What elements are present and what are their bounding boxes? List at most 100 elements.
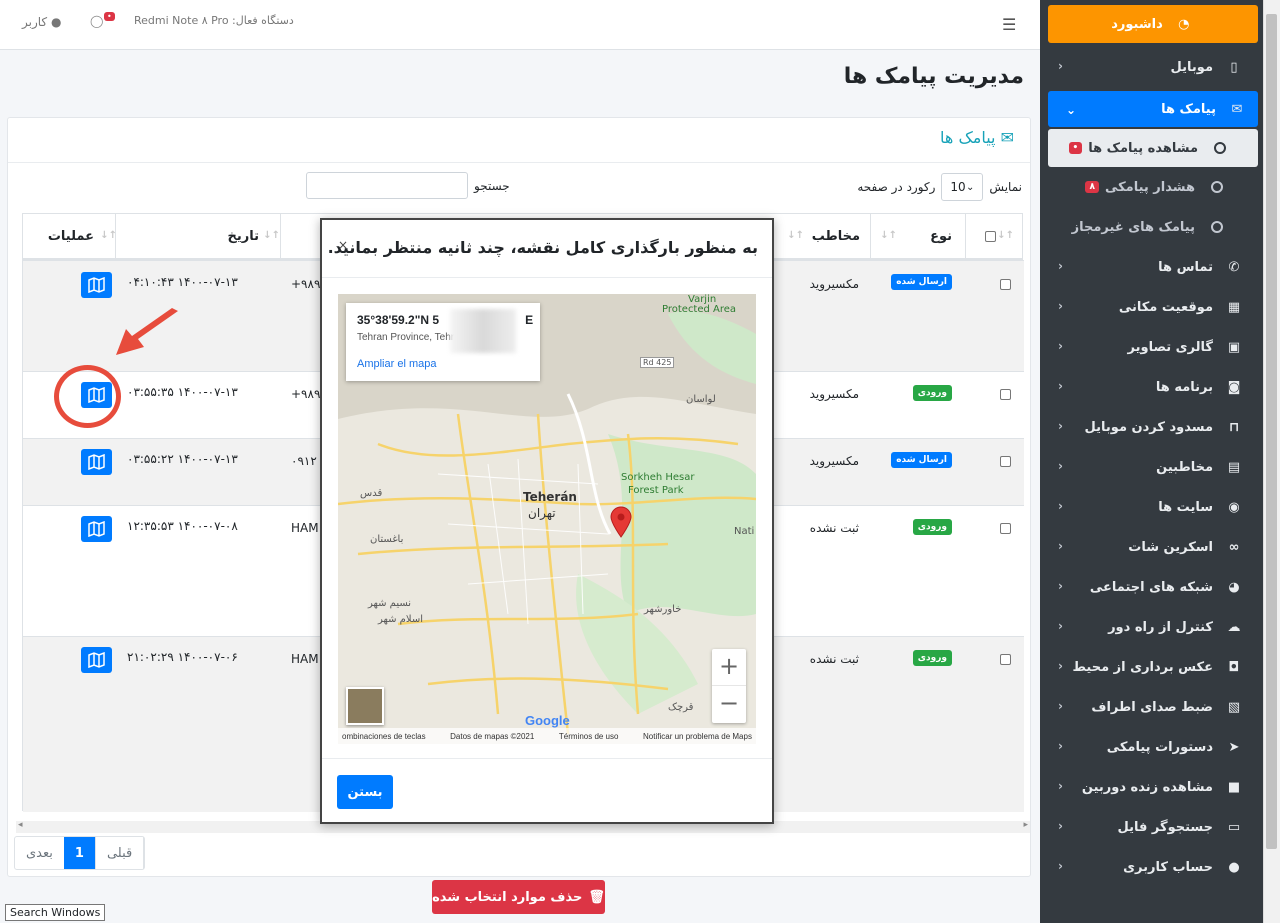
sidebar-item-label: برنامه ها [1155, 379, 1213, 395]
row-checkbox[interactable] [1000, 654, 1011, 665]
chevron-left-icon: ‹ [1058, 779, 1063, 793]
chevron-left-icon: ‹ [1058, 859, 1063, 873]
sidebar-item-block-mobile[interactable]: ⊓ مسدود کردن موبایل ‹ [1040, 407, 1263, 447]
header-date[interactable]: تاریخ [228, 229, 260, 244]
page-length-select[interactable]: 10 ⌄ [941, 173, 984, 201]
chrome-icon: ◉ [1228, 499, 1240, 515]
select-all-checkbox[interactable] [985, 231, 996, 242]
user-menu[interactable]: ● کاربر [22, 15, 61, 29]
binoculars-icon: ∞ [1228, 539, 1240, 555]
sidebar-item-apps[interactable]: ◙ برنامه ها ‹ [1040, 367, 1263, 407]
sidebar-item-camera-capture[interactable]: ◘ عکس برداری از محیط ‹ [1040, 647, 1263, 687]
sidebar-item-label: موبایل [1170, 59, 1213, 75]
map-button[interactable] [81, 272, 112, 298]
chevron-left-icon: ‹ [1058, 699, 1063, 713]
sidebar-item-sms-commands[interactable]: ➤ دستورات پیامکی ‹ [1040, 727, 1263, 767]
zoom-out-button[interactable]: − [712, 686, 746, 723]
chevron-left-icon: ‹ [1058, 419, 1063, 433]
sidebar-item-sites[interactable]: ◉ سایت ها ‹ [1040, 487, 1263, 527]
chevron-left-icon: ‹ [1058, 659, 1063, 673]
sidebar-item-label: گالری تصاویر [1127, 339, 1213, 355]
scrollbar-thumb[interactable] [1266, 14, 1277, 849]
sidebar-item-ambient-recording[interactable]: ▧ ضبط صدای اطراف ‹ [1040, 687, 1263, 727]
row-checkbox[interactable] [1000, 523, 1011, 534]
sort-icon: ↑↓ [787, 230, 804, 241]
row-checkbox[interactable] [1000, 279, 1011, 290]
chevron-left-icon[interactable]: ◂ [18, 820, 23, 830]
zoom-control: + − [712, 649, 746, 723]
folder-icon: ▭ [1227, 819, 1241, 835]
close-button[interactable]: بستن [337, 775, 393, 809]
delete-selected-button[interactable]: 🗑 حذف موارد انتخاب شده [432, 880, 605, 914]
enlarge-map-link[interactable]: Ampliar el mapa [357, 358, 436, 370]
envelope-icon: ✉ [1000, 128, 1014, 147]
search-input[interactable] [306, 172, 468, 199]
paper-plane-icon: ➤ [1228, 739, 1240, 755]
sidebar-item-label: تماس ها [1158, 259, 1213, 275]
trash-icon: 🗑 [588, 889, 605, 905]
status-badge: ورودی [912, 519, 952, 535]
row-checkbox[interactable] [1000, 389, 1011, 400]
sidebar-item-sms[interactable]: ✉ پیامک ها ⌄ [1048, 91, 1258, 127]
sidebar-item-live-camera[interactable]: ■ مشاهده زنده دوربین ‹ [1040, 767, 1263, 807]
sidebar-item-mobile[interactable]: ▯ موبایل ‹ [1040, 47, 1263, 87]
coordinates-subtitle: Tehran Province, Tehr [357, 332, 455, 343]
google-logo: Google [525, 713, 570, 728]
terms-link[interactable]: Términos de uso [559, 732, 619, 741]
contact-cell: ثبت نشده [809, 521, 859, 535]
search-control: جستجو [306, 172, 510, 199]
keyboard-shortcuts-link[interactable]: ombinaciones de teclas [342, 732, 426, 741]
next-page-button[interactable]: بعدی [15, 837, 64, 869]
page-scrollbar[interactable] [1263, 0, 1280, 923]
annotation-arrow-icon [116, 308, 178, 355]
report-problem-link[interactable]: Notificar un problema de Maps [643, 732, 752, 741]
satellite-toggle[interactable] [346, 687, 384, 725]
status-badge: ارسال شده [891, 452, 952, 468]
page-1-button[interactable]: 1 [63, 837, 96, 869]
map-button[interactable] [81, 647, 112, 673]
per-page-label: رکورد در صفحه [857, 180, 936, 194]
sidebar-item-file-explorer[interactable]: ▭ جستجوگر فایل ‹ [1040, 807, 1263, 847]
sidebar-item-gallery[interactable]: ▣ گالری تصاویر ‹ [1040, 327, 1263, 367]
sidebar-item-label: موقعیت مکانی [1118, 299, 1213, 315]
sidebar-item-view-sms[interactable]: مشاهده پیامک ها • [1048, 129, 1258, 167]
sidebar-item-label: جستجوگر فایل [1117, 819, 1213, 835]
sidebar-item-screenshot[interactable]: ∞ اسکرین شات ‹ [1040, 527, 1263, 567]
sidebar-item-unauthorized-sms[interactable]: پیامک های غیرمجاز [1040, 207, 1263, 247]
map-button[interactable] [81, 516, 112, 542]
sidebar-item-label: ضبط صدای اطراف [1091, 699, 1213, 715]
sidebar-item-label: کنترل از راه دور [1108, 619, 1213, 635]
sidebar-item-account[interactable]: ● حساب کاربری ‹ [1040, 847, 1263, 887]
header-actions[interactable]: عملیات [48, 229, 94, 244]
sidebar-item-contacts[interactable]: ▤ مخاطبین ‹ [1040, 447, 1263, 487]
map-button[interactable] [81, 449, 112, 475]
sidebar-item-location[interactable]: ▦ موقعیت مکانی ‹ [1040, 287, 1263, 327]
map-label-tehran-latin: Teherán [523, 490, 577, 504]
audio-file-icon: ▧ [1227, 699, 1241, 715]
header-contact[interactable]: مخاطب [812, 229, 860, 244]
chat-icon[interactable]: ◯ • [90, 12, 115, 28]
sort-icon[interactable]: ↑↓ [997, 230, 1014, 241]
sidebar-item-label: پیامک ها [1161, 101, 1216, 117]
card-title: ✉ پیامک ها [940, 128, 1014, 147]
header-type[interactable]: نوع [930, 229, 952, 244]
google-map[interactable]: Teherán تهران Sorkheh Hesar Forest Park … [338, 294, 756, 744]
close-icon[interactable]: × [338, 238, 348, 252]
user-label: کاربر [22, 15, 48, 29]
lock-icon: ⊓ [1228, 419, 1240, 435]
sidebar-item-dashboard[interactable]: ◔ داشبورد [1048, 5, 1258, 43]
map-marker-icon[interactable] [610, 506, 632, 538]
chevron-down-icon: ⌄ [966, 181, 975, 193]
map-icon [88, 277, 105, 293]
page-title: مدیریت پیامک ها [843, 64, 1024, 89]
sidebar-item-remote-control[interactable]: ☁ کنترل از راه دور ‹ [1040, 607, 1263, 647]
prev-page-button[interactable]: قبلی [96, 837, 145, 869]
row-checkbox[interactable] [1000, 456, 1011, 467]
sidebar-item-social[interactable]: ◕ شبکه های اجتماعی ‹ [1040, 567, 1263, 607]
card-title-text: پیامک ها [940, 128, 996, 147]
sidebar-item-sms-alert[interactable]: هشدار پیامکی ۸ [1040, 167, 1263, 207]
chevron-right-icon[interactable]: ▸ [1023, 820, 1028, 830]
hamburger-menu-icon[interactable]: ☰ [1002, 15, 1016, 34]
zoom-in-button[interactable]: + [712, 649, 746, 686]
sidebar-item-calls[interactable]: ✆ تماس ها ‹ [1040, 247, 1263, 287]
